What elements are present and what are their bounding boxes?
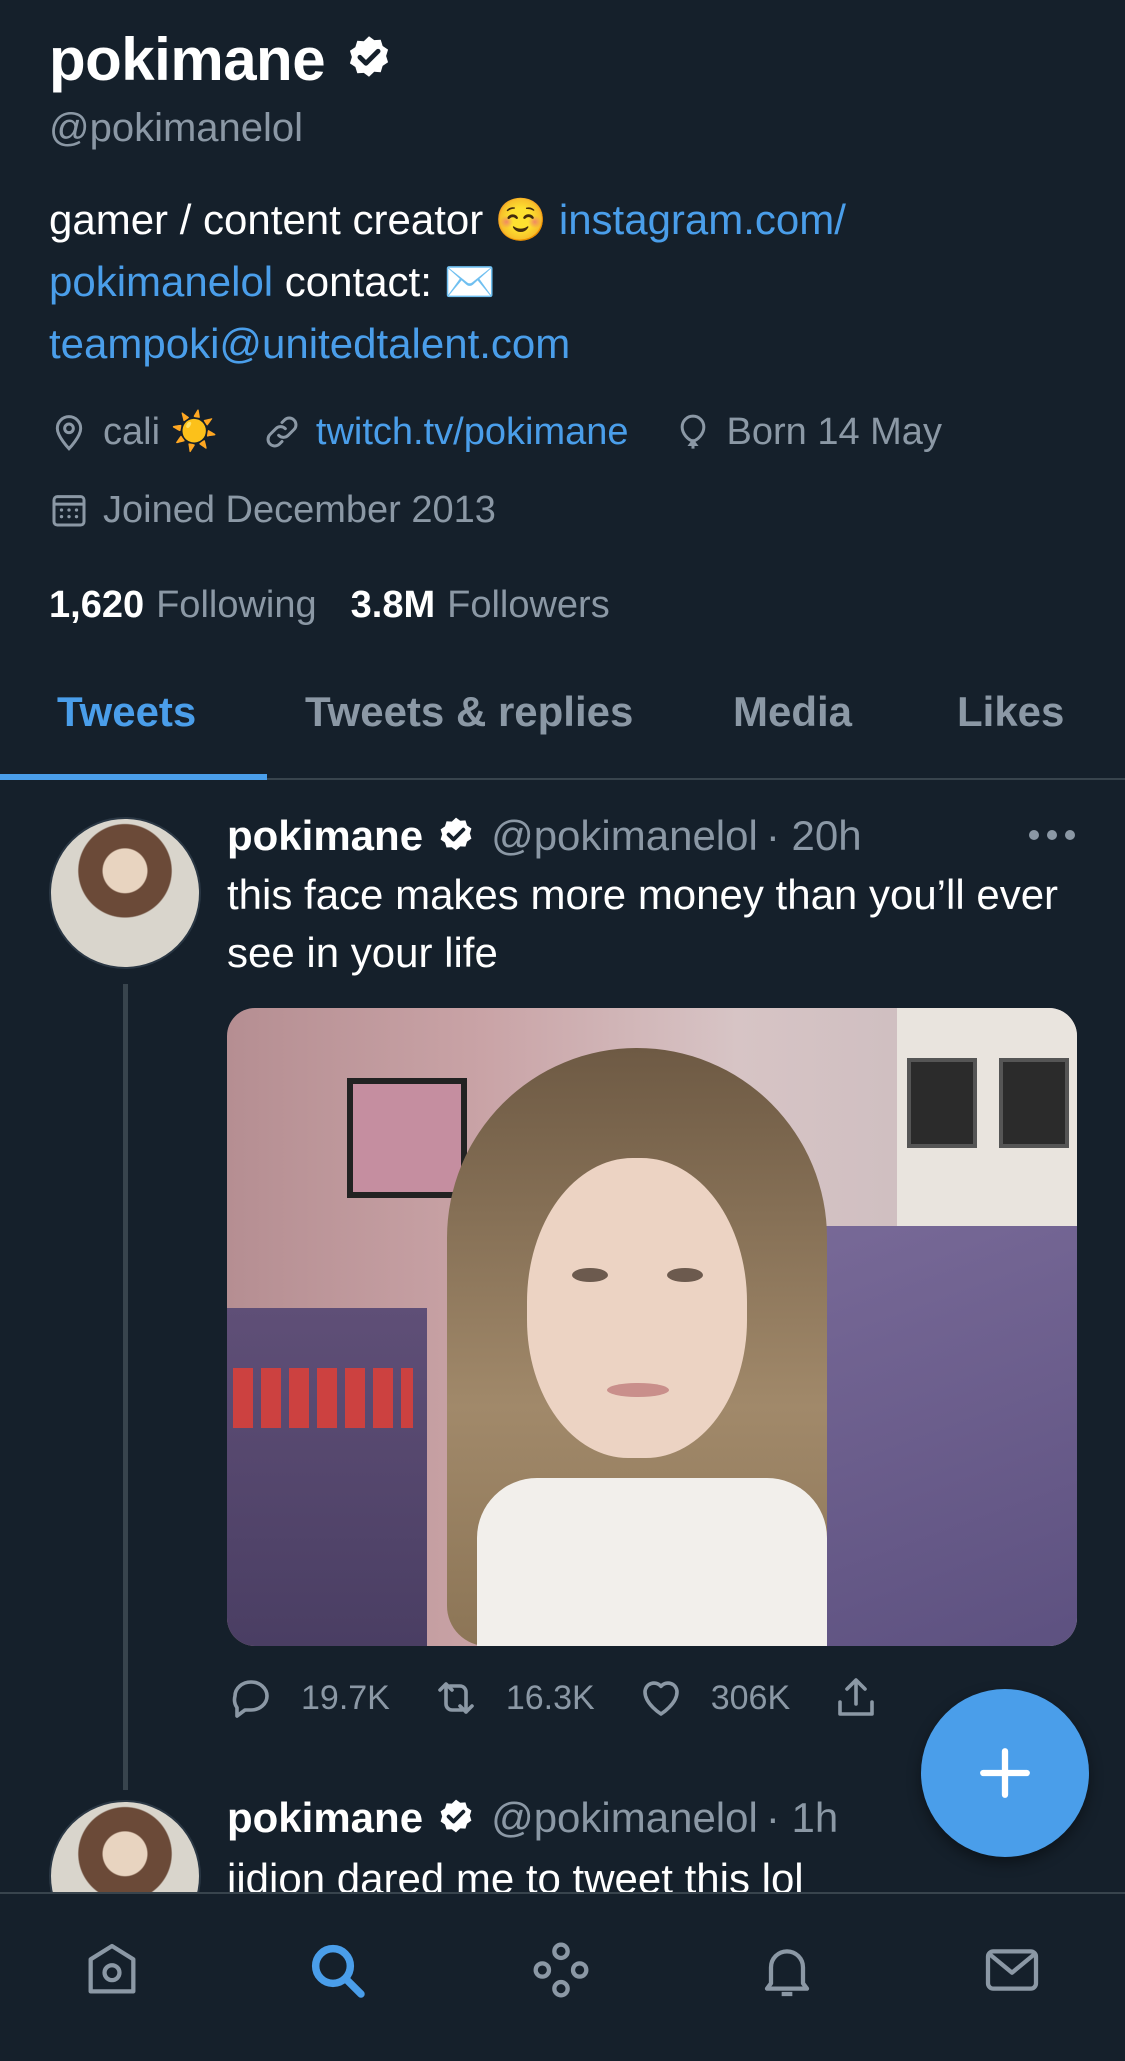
followers-label[interactable]: Followers (447, 584, 610, 627)
tweet-author-name[interactable]: pokimane (227, 1794, 423, 1842)
messages-icon[interactable] (980, 1938, 1044, 2002)
website-item[interactable]: twitch.tv/pokimane (262, 411, 629, 454)
avatar[interactable] (49, 817, 201, 969)
active-tab-indicator (0, 774, 267, 780)
bottom-navigation (0, 1892, 1125, 2061)
profile-meta-row: cali ☀️ twitch.tv/pokimane Born 14 May (49, 403, 1085, 461)
compose-tweet-button[interactable] (921, 1689, 1089, 1857)
compose-plus-icon (980, 1748, 1030, 1798)
profile-handle: @pokimanelol (49, 106, 304, 150)
website-link[interactable]: twitch.tv/pokimane (316, 411, 629, 454)
profile-joined-row: Joined December 2013 (49, 481, 1085, 539)
retweet-icon (438, 1682, 474, 1714)
bio-text: gamer / content creator (49, 196, 495, 243)
tweet-media-image[interactable] (227, 1008, 1077, 1646)
tweet-timestamp[interactable]: · 1h (766, 1794, 838, 1842)
location-pin-icon (55, 415, 83, 451)
balloon-icon (680, 414, 705, 449)
verified-badge-icon (440, 817, 472, 851)
tweet-author-handle[interactable]: @pokimanelol (491, 1794, 758, 1842)
joined-item: Joined December 2013 (49, 489, 496, 532)
reply-count: 19.7K (301, 1678, 390, 1717)
tweet-header: pokimane @pokimanelol · 1h (227, 1790, 838, 1846)
profile-display-name: pokimane (49, 25, 326, 93)
tab-media[interactable]: Media (733, 688, 852, 736)
bio-instagram-link-part1[interactable]: instagram.com/ (559, 196, 846, 243)
profile-name-row: pokimane (49, 22, 1085, 96)
profile-tabs: Tweets Tweets & replies Media Likes (0, 664, 1125, 780)
following-count[interactable]: 1,620 (49, 584, 144, 627)
profile-bio: gamer / content creator ☺️ instagram.com… (49, 189, 1049, 375)
calendar-icon (52, 495, 86, 527)
tweet-author-name[interactable]: pokimane (227, 812, 423, 860)
verified-badge-icon (440, 1799, 472, 1833)
like-count: 306K (710, 1678, 791, 1717)
location-item: cali ☀️ (49, 410, 218, 454)
location-emoji: ☀️ (170, 411, 218, 453)
tweet-actions: 19.7K 16.3K 306K (227, 1668, 948, 1728)
tweet-text: this face makes more money than you’ll e… (227, 871, 1059, 976)
birthday-text: Born 14 May (726, 410, 942, 453)
followers-count[interactable]: 3.8M (351, 584, 435, 627)
retweet-button[interactable]: 16.3K (432, 1674, 595, 1722)
reply-button[interactable]: 19.7K (227, 1674, 390, 1722)
home-icon[interactable] (80, 1938, 144, 2002)
joined-text: Joined December 2013 (103, 488, 496, 531)
spaces-icon[interactable] (529, 1938, 593, 2002)
retweet-count: 16.3K (505, 1678, 595, 1717)
heart-icon (642, 1681, 679, 1716)
tab-likes[interactable]: Likes (957, 688, 1064, 736)
following-label[interactable]: Following (156, 584, 317, 627)
tab-tweets-replies[interactable]: Tweets & replies (305, 688, 633, 736)
verified-badge-icon (350, 36, 389, 77)
birthday-item: Born 14 May (673, 411, 942, 454)
bio-emoji-envelope: ✉️ (443, 258, 496, 305)
profile-header: pokimane @pokimanelol gamer / content cr… (49, 22, 1085, 633)
reply-icon (232, 1680, 269, 1718)
tweet-author-handle[interactable]: @pokimanelol (491, 812, 758, 860)
notifications-icon[interactable] (755, 1938, 819, 2002)
bio-instagram-link-part2[interactable]: pokimanelol (49, 258, 273, 305)
search-icon[interactable] (305, 1938, 369, 2002)
bio-email-link[interactable]: teampoki@unitedtalent.com (49, 320, 570, 367)
like-button[interactable]: 306K (637, 1674, 790, 1722)
location-text: cali (103, 410, 161, 453)
tweet-header: pokimane @pokimanelol · 20h (227, 808, 862, 864)
share-button[interactable] (832, 1674, 906, 1722)
more-options-icon[interactable] (1026, 820, 1078, 850)
bio-emoji-smile: ☺️ (494, 196, 548, 243)
bio-contact-text: contact: (273, 258, 444, 305)
tab-tweets[interactable]: Tweets (57, 688, 196, 736)
follow-counts: 1,620 Following 3.8M Followers (49, 577, 1085, 633)
share-icon (838, 1678, 874, 1716)
tweet-timestamp[interactable]: · 20h (766, 812, 862, 860)
thread-line (123, 984, 128, 1790)
link-icon (266, 416, 298, 448)
